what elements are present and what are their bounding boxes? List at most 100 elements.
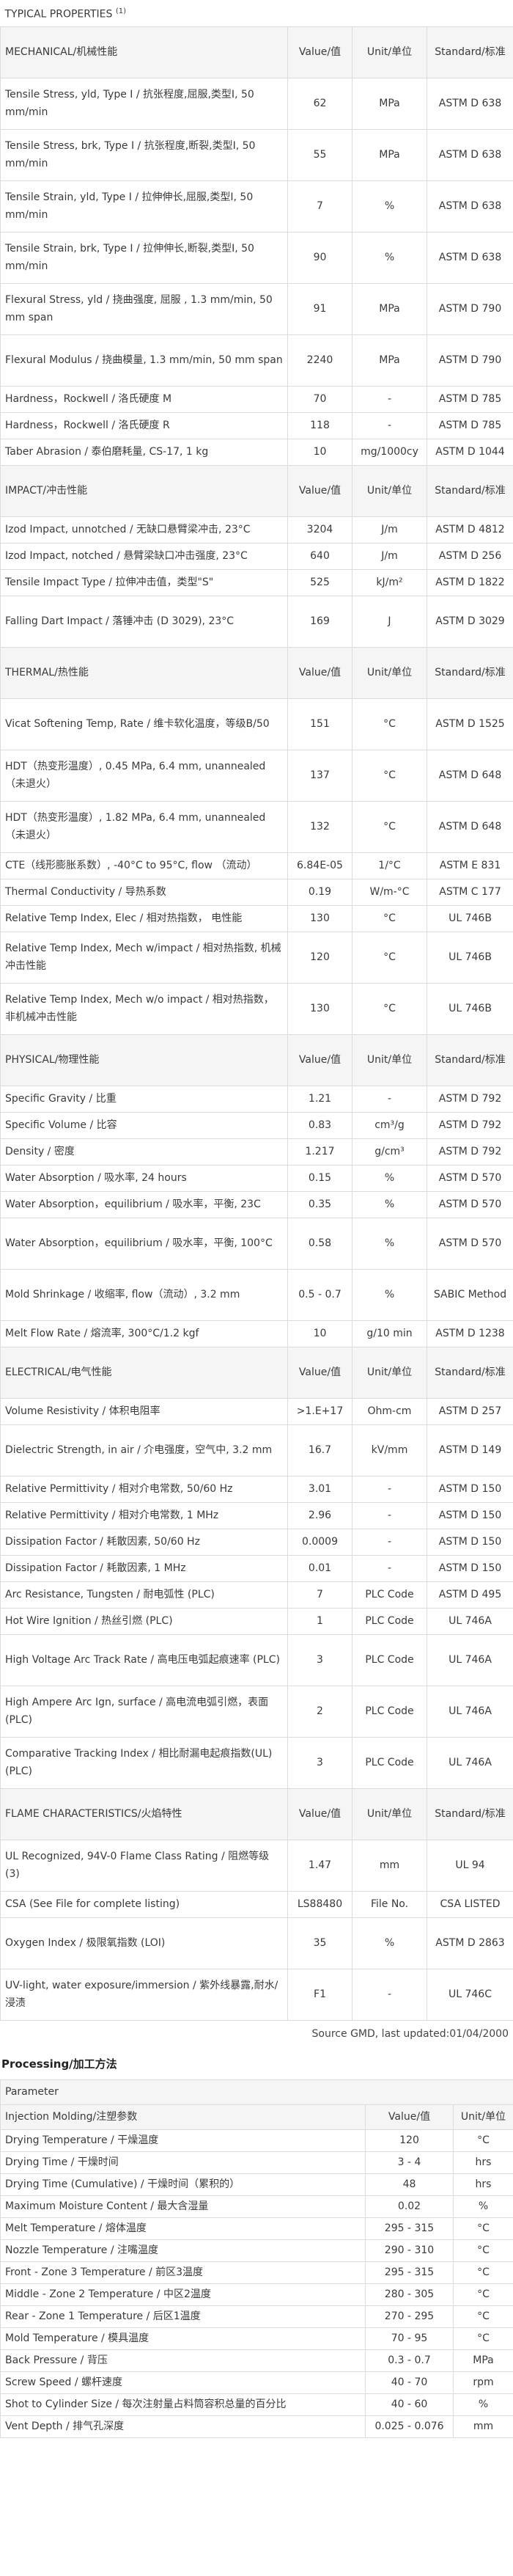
- property-row: Melt Flow Rate / 熔流率, 300°C/1.2 kgf 10 g/1…: [0, 1320, 513, 1347]
- processing-unit: %: [452, 2393, 513, 2416]
- processing-parameter-label: Parameter: [0, 2079, 513, 2105]
- property-unit: g/10 min: [352, 1320, 427, 1347]
- property-unit: PLC Code: [352, 1633, 427, 1686]
- processing-row: Front - Zone 3 Temperature / 前区3温度 295 - …: [0, 2261, 513, 2284]
- processing-row: Melt Temperature / 熔体温度 295 - 315 °C: [0, 2217, 513, 2240]
- property-value: 525: [287, 568, 353, 596]
- property-value: 10: [287, 1320, 353, 1347]
- property-row: Mold Shrinkage / 收缩率, flow（流动）, 3.2 mm 0.…: [0, 1268, 513, 1321]
- property-unit: %: [352, 1917, 427, 1969]
- processing-parameter: Screw Speed / 螺杆速度: [0, 2371, 366, 2394]
- property-name: Izod Impact, notched / 悬臂梁缺口冲击强度, 23°C: [0, 542, 288, 570]
- processing-parameter: Mold Temperature / 模具温度: [0, 2327, 366, 2350]
- property-standard: ASTM D 3029: [426, 595, 513, 648]
- processing-value: 48: [365, 2173, 454, 2196]
- property-unit: %: [352, 1217, 427, 1270]
- processing-unit: °C: [452, 2283, 513, 2306]
- property-row: Relative Temp Index, Mech w/o impact / 相…: [0, 982, 513, 1035]
- typical-properties-title-text: TYPICAL PROPERTIES: [4, 8, 113, 21]
- property-standard: ASTM D 2863: [426, 1917, 513, 1969]
- property-value: 0.15: [287, 1164, 353, 1192]
- processing-parameter: Drying Temperature / 干燥温度: [0, 2129, 366, 2152]
- processing-parameter-row: Parameter: [0, 2079, 513, 2105]
- property-value: 3: [287, 1633, 353, 1686]
- property-name: Tensile Strain, yld, Type I / 拉伸伸长,屈服,类型…: [0, 180, 288, 233]
- property-value: 55: [287, 128, 353, 181]
- processing-value: 270 - 295: [365, 2305, 454, 2328]
- property-unit: -: [352, 1968, 427, 2021]
- property-unit: J/m: [352, 516, 427, 544]
- property-name: Vicat Softening Temp, Rate / 维卡软化温度，等级B/…: [0, 698, 288, 750]
- property-name: Relative Temp Index, Mech w/o impact / 相…: [0, 982, 288, 1035]
- property-row: Relative Temp Index, Mech w/impact / 相对热…: [0, 931, 513, 984]
- property-value: 6.84E-05: [287, 852, 353, 879]
- property-name: Tensile Stress, yld, Type I / 抗张程度,屈服,类型…: [0, 77, 288, 130]
- property-value: 70: [287, 385, 353, 413]
- property-row: Arc Resistance, Tungsten / 耐电弧性 (PLC) 7 PL…: [0, 1581, 513, 1609]
- processing-row: Drying Time (Cumulative) / 干燥时间（累积的） 48 hr…: [0, 2173, 513, 2196]
- standard-header: Standard/标准: [426, 26, 513, 78]
- property-unit: °C: [352, 904, 427, 932]
- property-row: Taber Abrasion / 泰伯磨耗量, CS-17, 1 kg 10 mg/…: [0, 438, 513, 466]
- property-row: Izod Impact, unnotched / 无缺口悬臂梁冲击, 23°C 3…: [0, 516, 513, 544]
- property-standard: ASTM D 638: [426, 128, 513, 181]
- processing-value: 295 - 315: [365, 2217, 454, 2240]
- property-row: High Voltage Arc Track Rate / 高电压电弧起痕速率 …: [0, 1633, 513, 1686]
- processing-row: Maximum Moisture Content / 最大含湿量 0.02%: [0, 2195, 513, 2218]
- processing-parameter: Back Pressure / 背压: [0, 2349, 366, 2372]
- property-standard: UL 746C: [426, 1968, 513, 2021]
- property-standard: ASTM D 150: [426, 1501, 513, 1529]
- property-name: Density / 密度: [0, 1138, 288, 1166]
- processing-parameter: Shot to Cylinder Size / 每次注射量占料筒容积总量的百分比: [0, 2393, 366, 2416]
- property-standard: ASTM D 150: [426, 1528, 513, 1556]
- property-unit: -: [352, 385, 427, 413]
- section-name: IMPACT/冲击性能: [0, 464, 288, 517]
- property-value: 0.01: [287, 1554, 353, 1582]
- property-name: Water Absorption，equilibrium / 吸水率，平衡, 1…: [0, 1217, 288, 1270]
- property-row: Volume Resistivity / 体积电阻率 >1.E+17 Ohm-cm A…: [0, 1397, 513, 1425]
- property-standard: SABIC Method: [426, 1268, 513, 1321]
- property-row: HDT（热变形温度）, 0.45 MPa, 6.4 mm, unannealed…: [0, 749, 513, 802]
- property-value: 1.217: [287, 1138, 353, 1166]
- processing-parameter: Melt Temperature / 熔体温度: [0, 2217, 366, 2240]
- processing-row: Shot to Cylinder Size / 每次注射量占料筒容积总量的百分比…: [0, 2393, 513, 2416]
- property-standard: ASTM C 177: [426, 878, 513, 906]
- unit-header: Unit/单位: [352, 1033, 427, 1086]
- property-value: 1.21: [287, 1085, 353, 1113]
- property-row: Relative Temp Index, Elec / 相对热指数， 电性能 13…: [0, 904, 513, 932]
- processing-unit: mm: [452, 2415, 513, 2438]
- property-name: HDT（热变形温度）, 0.45 MPa, 6.4 mm, unannealed…: [0, 749, 288, 802]
- property-value: 62: [287, 77, 353, 130]
- property-value: >1.E+17: [287, 1397, 353, 1425]
- property-unit: -: [352, 1554, 427, 1582]
- property-value: 0.5 - 0.7: [287, 1268, 353, 1321]
- property-name: Dissipation Factor / 耗散因素, 1 MHz: [0, 1554, 288, 1582]
- property-standard: ASTM D 149: [426, 1424, 513, 1477]
- processing-row: Rear - Zone 1 Temperature / 后区1温度 270 - 2…: [0, 2305, 513, 2328]
- property-standard: UL 94: [426, 1839, 513, 1892]
- property-name: Relative Temp Index, Mech w/impact / 相对热…: [0, 931, 288, 984]
- property-name: Mold Shrinkage / 收缩率, flow（流动）, 3.2 mm: [0, 1268, 288, 1321]
- property-standard: ASTM D 570: [426, 1164, 513, 1192]
- section-name: PHYSICAL/物理性能: [0, 1033, 288, 1086]
- property-name: Hardness，Rockwell / 洛氏硬度 M: [0, 385, 288, 413]
- processing-row: Drying Temperature / 干燥温度 120 °C: [0, 2129, 513, 2152]
- unit-header: Unit/单位: [352, 1346, 427, 1399]
- property-name: Comparative Tracking Index / 相比耐漏电起痕指数(U…: [0, 1736, 288, 1789]
- property-unit: J/m: [352, 542, 427, 570]
- property-row: Density / 密度 1.217 g/cm³ ASTM D 792: [0, 1138, 513, 1166]
- section-header: IMPACT/冲击性能 Value/值 Unit/单位 Standard/标准: [0, 464, 513, 517]
- property-row: High Ampere Arc Ign, surface / 高电流电弧引燃，表…: [0, 1685, 513, 1738]
- processing-title: Processing/加工方法: [1, 2057, 117, 2071]
- processing-row: Screw Speed / 螺杆速度 40 - 70 rpm: [0, 2371, 513, 2394]
- property-value: 169: [287, 595, 353, 648]
- property-value: 7: [287, 180, 353, 233]
- processing-value-header: Value/值: [365, 2104, 454, 2130]
- processing-parameter: Front - Zone 3 Temperature / 前区3温度: [0, 2261, 366, 2284]
- property-standard: ASTM D 570: [426, 1190, 513, 1218]
- section-name: ELECTRICAL/电气性能: [0, 1346, 288, 1399]
- processing-unit: °C: [452, 2239, 513, 2262]
- source-footer: Source GMD, last updated:01/04/2000: [311, 2027, 509, 2040]
- property-row: Thermal Conductivity / 导热系数 0.19 W/m-°C AST…: [0, 878, 513, 906]
- property-unit: °C: [352, 931, 427, 984]
